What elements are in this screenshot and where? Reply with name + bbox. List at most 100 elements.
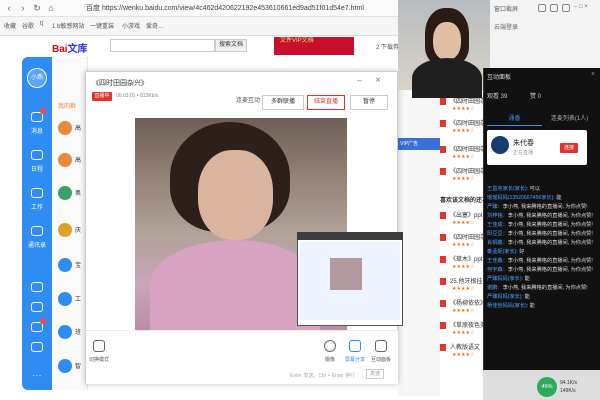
- back-icon[interactable]: ‹: [4, 3, 14, 13]
- avatar[interactable]: [58, 258, 72, 272]
- ad-strip[interactable]: VIP广告: [398, 138, 440, 150]
- tab-mic-list[interactable]: 连麦列表(1人): [542, 113, 597, 122]
- notification-badge: [40, 318, 46, 324]
- video-subject-face: [198, 150, 273, 240]
- bookmark-item[interactable]: 谷歌: [22, 21, 34, 30]
- chat-message: 秦孟妮(家长): 好: [487, 249, 525, 255]
- doc-icon: [440, 168, 446, 175]
- search-docs-button[interactable]: 搜索文档: [215, 39, 247, 52]
- refresh-icon[interactable]: ↻: [32, 3, 42, 13]
- bookmark-item[interactable]: 收藏: [4, 21, 16, 30]
- doc-link[interactable]: 25.他牙根挂: [450, 276, 482, 285]
- doc-link[interactable]: 人教版语文: [450, 342, 480, 351]
- teacher-face: [433, 22, 461, 60]
- host-status: 正在直播: [513, 150, 534, 156]
- send-button[interactable]: 发送: [366, 369, 384, 379]
- avatar[interactable]: [58, 292, 72, 306]
- screenshot-label[interactable]: 窗口截屏: [494, 4, 518, 13]
- chat-message: 何宇森：李小燕, 我来腾格的直播间, 为你点赞!: [487, 267, 593, 273]
- list-item-title[interactable]: 宝: [75, 260, 81, 269]
- download-icon[interactable]: [550, 4, 558, 12]
- list-item-title[interactable]: 工: [75, 294, 81, 303]
- user-avatar[interactable]: 小燕: [27, 68, 47, 88]
- doc-link[interactable]: 《出塞》ppt: [450, 210, 482, 219]
- sidebar-item-work[interactable]: 工作: [22, 202, 52, 211]
- sidebar-item-contacts[interactable]: 通讯录: [22, 240, 52, 249]
- chat-input-hint[interactable]: Enter 发送，Ctrl + Enter 换行: [290, 372, 355, 379]
- connect-button[interactable]: 连接: [560, 143, 578, 153]
- vip-ad-banner[interactable]: 文件VIP文档: [274, 37, 354, 55]
- end-live-button[interactable]: 结束直播: [307, 95, 345, 110]
- contacts-icon[interactable]: [31, 226, 43, 236]
- chat-message: 王佳鑫：李小燕, 我来腾格的直播间, 为你点赞!: [487, 258, 593, 264]
- stream-title: 《四时田园杂兴》: [92, 80, 148, 87]
- doc-rating: ★★★★☆: [452, 176, 475, 182]
- doc-icon: [440, 212, 446, 219]
- doc-link[interactable]: 《草木》ppt: [450, 254, 482, 263]
- bookmark-item[interactable]: 小游戏: [122, 21, 140, 30]
- work-icon[interactable]: [31, 188, 43, 198]
- doc-icon: [440, 256, 446, 263]
- bookmark-item[interactable]: 一键重装: [90, 21, 114, 30]
- host-avatar[interactable]: [491, 136, 509, 154]
- avatar[interactable]: [58, 223, 72, 237]
- grid-icon[interactable]: [538, 4, 546, 12]
- network-usage[interactable]: 49%: [537, 377, 557, 397]
- address-bar[interactable]: 百度 https://wenku.baidu.com/view/4c462d42…: [86, 3, 364, 13]
- list-item-title[interactable]: 庆: [75, 225, 81, 234]
- sidebar-item-messages[interactable]: 消息: [22, 126, 52, 135]
- doc-link[interactable]: 《杨柳依依》: [450, 298, 486, 307]
- doc-rating: ★★★★☆: [452, 220, 475, 226]
- bookmark-item[interactable]: t(: [40, 21, 44, 27]
- interact-panel-label[interactable]: 互动面板: [361, 356, 401, 363]
- wenku-search-input[interactable]: [110, 39, 215, 52]
- doc-rating: ★★★★☆: [452, 286, 475, 292]
- panel-title: 互动面板: [487, 75, 512, 81]
- calendar-icon[interactable]: [31, 150, 43, 160]
- layout-mode-label[interactable]: 切换模式: [79, 356, 119, 363]
- bookmark-item[interactable]: 1 b敏感网站: [52, 21, 84, 30]
- video-subject-coat: [150, 240, 320, 330]
- avatar[interactable]: [58, 325, 72, 339]
- list-item-title[interactable]: 奥: [75, 188, 81, 197]
- more-icon[interactable]: ···: [22, 370, 52, 380]
- interact-panel-icon[interactable]: [375, 340, 387, 352]
- cloud-login-label[interactable]: 云端登录: [494, 22, 518, 31]
- forward-icon[interactable]: ›: [18, 3, 28, 13]
- multi-group-button[interactable]: 多群联播: [262, 95, 304, 110]
- avatar[interactable]: [58, 359, 72, 373]
- camera-icon[interactable]: [324, 340, 336, 352]
- lightning-icon[interactable]: [31, 282, 43, 292]
- mail-icon[interactable]: [31, 342, 43, 352]
- sidebar-item-schedule[interactable]: 日程: [22, 164, 52, 173]
- preview-titlebar: [297, 232, 403, 240]
- home-icon[interactable]: ⌂: [46, 3, 56, 13]
- doc-rating: ★★★★☆: [452, 330, 475, 336]
- panel-close-icon[interactable]: ×: [591, 71, 595, 78]
- download-speed: 149K/s: [560, 388, 576, 394]
- doc-icon: [440, 278, 446, 285]
- close-icon[interactable]: ×: [375, 75, 381, 86]
- list-item-title[interactable]: 高: [75, 123, 81, 132]
- stream-stats: 00:03:01 • 813Kb/s: [116, 93, 159, 99]
- doc-icon: [440, 234, 446, 241]
- baidu-wenku-logo[interactable]: Bai文库: [52, 40, 88, 55]
- phone-icon[interactable]: [31, 302, 43, 312]
- menu-icon[interactable]: [562, 4, 570, 12]
- teacher-body: [412, 58, 482, 98]
- pause-button[interactable]: 暂停: [350, 95, 388, 110]
- avatar[interactable]: [58, 121, 72, 135]
- tab-fans[interactable]: 涌香: [487, 113, 542, 126]
- bookmark-item[interactable]: 爱奇…: [146, 21, 164, 30]
- layout-icon[interactable]: [93, 340, 105, 352]
- window-controls[interactable]: – □ ×: [574, 4, 588, 10]
- screen-share-icon[interactable]: [349, 340, 361, 352]
- avatar[interactable]: [58, 153, 72, 167]
- doc-rating: ★★★★☆: [452, 154, 475, 160]
- unread-badge: [40, 108, 46, 114]
- minimize-icon[interactable]: –: [357, 75, 362, 85]
- list-item-title[interactable]: 班: [75, 327, 81, 336]
- avatar[interactable]: [58, 186, 72, 200]
- list-item-title[interactable]: 高: [75, 155, 81, 164]
- doc-icon: [440, 300, 446, 307]
